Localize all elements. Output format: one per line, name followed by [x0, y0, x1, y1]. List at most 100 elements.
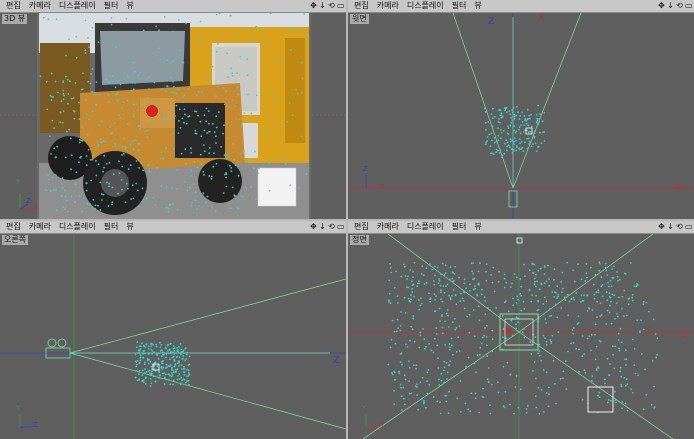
refresh-icon[interactable]: ⟲: [676, 2, 683, 10]
point: [594, 333, 596, 336]
move-icon[interactable]: ✥: [658, 2, 665, 10]
point: [155, 25, 158, 28]
menu-display[interactable]: 디스플레이: [407, 0, 444, 12]
point: [513, 150, 515, 152]
menu-filter[interactable]: 필터: [104, 221, 119, 233]
point: [84, 98, 87, 101]
refresh-icon[interactable]: ⟲: [676, 223, 683, 231]
point: [186, 375, 188, 378]
move-icon[interactable]: ✥: [658, 223, 665, 231]
point: [143, 352, 146, 355]
point: [126, 122, 129, 125]
point: [408, 392, 411, 395]
download-icon[interactable]: ↓: [667, 2, 674, 10]
menu-display[interactable]: 디스플레이: [59, 221, 96, 233]
point: [142, 29, 145, 32]
viewport-canvas[interactable]: Y X Z: [0, 13, 346, 219]
point: [173, 365, 176, 368]
point: [138, 349, 140, 352]
menu-camera[interactable]: 카메라: [29, 0, 51, 12]
menu-display[interactable]: 디스플레이: [59, 0, 96, 12]
menu-camera[interactable]: 카메라: [377, 0, 399, 12]
menu-display[interactable]: 디스플레이: [407, 221, 444, 233]
point: [100, 199, 103, 201]
viewport-canvas[interactable]: Z Y Z: [0, 234, 346, 439]
point: [451, 280, 454, 283]
point: [532, 272, 535, 274]
maximize-icon[interactable]: ▭: [685, 223, 693, 231]
point: [185, 162, 188, 165]
point: [610, 300, 612, 303]
point: [120, 179, 123, 181]
point: [100, 120, 103, 122]
menu-filter[interactable]: 필터: [452, 0, 467, 12]
menu-edit[interactable]: 편집: [6, 0, 21, 12]
point: [39, 75, 42, 78]
point: [184, 359, 187, 362]
point: [557, 331, 560, 333]
menu-view[interactable]: 뷰: [474, 221, 481, 233]
point: [88, 46, 90, 48]
point: [651, 360, 654, 362]
menu-edit[interactable]: 편집: [354, 221, 369, 233]
viewport-3d[interactable]: 편집 카메라 디스플레이 필터 뷰 ✥ ↓ ⟲ ▭ Y X Z 3D 뷰: [0, 0, 346, 219]
point: [432, 396, 435, 398]
point: [136, 189, 139, 192]
point: [289, 184, 292, 187]
point: [632, 338, 634, 341]
menu-edit[interactable]: 편집: [354, 0, 369, 12]
viewport-canvas[interactable]: Z X X Z X: [348, 13, 694, 219]
point: [652, 318, 655, 321]
menu-view[interactable]: 뷰: [126, 0, 133, 12]
point: [570, 297, 573, 300]
maximize-icon[interactable]: ▭: [685, 2, 693, 10]
point: [296, 92, 299, 95]
download-icon[interactable]: ↓: [319, 2, 326, 10]
point: [460, 411, 462, 413]
menu-filter[interactable]: 필터: [452, 221, 467, 233]
point: [178, 356, 181, 359]
point: [200, 135, 203, 138]
point: [438, 307, 441, 310]
point: [244, 159, 247, 162]
viewport-right[interactable]: 편집 카메라 디스플레이 필터 뷰 ✥ ↓ ⟲ ▭ Z Y Z 오른쪽: [0, 221, 346, 439]
point: [236, 206, 239, 208]
point: [484, 300, 487, 302]
point: [50, 153, 52, 155]
point: [446, 283, 449, 286]
point: [538, 354, 541, 357]
download-icon[interactable]: ↓: [667, 223, 674, 231]
refresh-icon[interactable]: ⟲: [328, 223, 335, 231]
point: [624, 349, 627, 351]
download-icon[interactable]: ↓: [319, 223, 326, 231]
menu-edit[interactable]: 편집: [6, 221, 21, 233]
point: [169, 383, 172, 386]
point: [403, 374, 406, 376]
menu-camera[interactable]: 카메라: [377, 221, 399, 233]
point: [537, 386, 540, 389]
move-icon[interactable]: ✥: [310, 223, 317, 231]
point: [175, 356, 178, 358]
viewport-canvas[interactable]: X Y X: [348, 234, 694, 439]
refresh-icon[interactable]: ⟲: [328, 2, 335, 10]
point: [444, 264, 447, 267]
point: [545, 343, 548, 346]
point: [639, 330, 641, 333]
point: [287, 28, 290, 31]
viewport-front[interactable]: 편집 카메라 디스플레이 필터 뷰 ✥ ↓ ⟲ ▭ X Y X 정면: [348, 221, 694, 439]
point: [434, 274, 436, 277]
point: [616, 275, 619, 278]
menu-view[interactable]: 뷰: [126, 221, 133, 233]
menu-camera[interactable]: 카메라: [29, 221, 51, 233]
menu-filter[interactable]: 필터: [104, 0, 119, 12]
point: [583, 353, 586, 355]
maximize-icon[interactable]: ▭: [337, 2, 345, 10]
menu-view[interactable]: 뷰: [474, 0, 481, 12]
maximize-icon[interactable]: ▭: [337, 223, 345, 231]
move-icon[interactable]: ✥: [310, 2, 317, 10]
point: [52, 188, 55, 191]
point: [223, 103, 226, 106]
point: [642, 328, 645, 331]
point: [168, 352, 170, 355]
viewport-top[interactable]: 편집 카메라 디스플레이 필터 뷰 ✥ ↓ ⟲ ▭ Z X X Z X 윗면: [348, 0, 694, 219]
